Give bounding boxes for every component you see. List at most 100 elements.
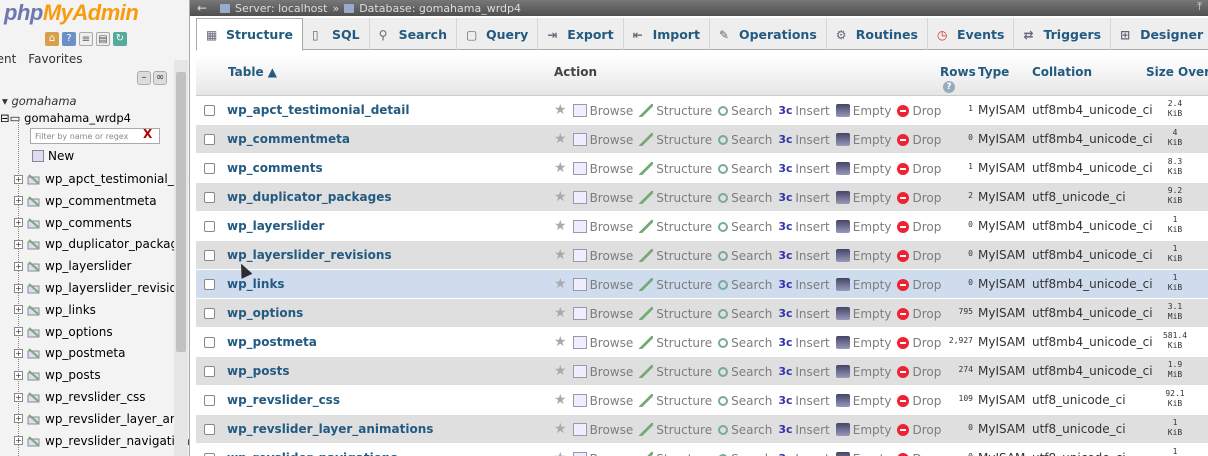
reload-icon[interactable]: ↻	[113, 32, 127, 46]
favorite-star-icon[interactable]: ★	[554, 132, 567, 146]
search-action[interactable]: Search	[718, 423, 772, 437]
favorite-star-icon[interactable]: ★	[554, 306, 567, 320]
expand-icon[interactable]: +	[14, 261, 23, 271]
row-checkbox[interactable]	[204, 221, 215, 232]
browse-action[interactable]: Browse	[572, 278, 633, 292]
docs-icon[interactable]: ≡	[79, 32, 93, 46]
table-name-link[interactable]: wp_revslider_css	[227, 393, 340, 407]
insert-action[interactable]: 3cInsert	[778, 278, 829, 292]
browse-action[interactable]: Browse	[572, 133, 633, 147]
sidebar-item-table[interactable]: + wp_layerslider	[14, 259, 131, 273]
clear-filter-icon[interactable]: X	[143, 127, 152, 141]
insert-action[interactable]: 3cInsert	[778, 104, 829, 118]
table-icon[interactable]	[27, 435, 41, 447]
table-name-link[interactable]: wp_links	[227, 277, 285, 291]
sidebar-item-table[interactable]: + wp_postmeta	[14, 346, 125, 360]
table-icon[interactable]	[27, 282, 41, 294]
favorite-star-icon[interactable]: ★	[554, 277, 567, 291]
table-icon[interactable]	[27, 217, 41, 229]
tab-search[interactable]: ⚲ Search	[370, 18, 457, 50]
empty-action[interactable]: Empty	[835, 336, 891, 350]
table-name-link[interactable]: wp_commentmeta	[227, 132, 350, 146]
empty-action[interactable]: Empty	[835, 452, 891, 456]
insert-action[interactable]: 3cInsert	[778, 365, 829, 379]
expand-icon[interactable]: +	[14, 305, 23, 315]
table-icon[interactable]	[27, 304, 41, 316]
expand-icon[interactable]: +	[14, 348, 23, 358]
collapse-topbar-icon[interactable]: ⤒	[1197, 0, 1202, 14]
breadcrumb-server[interactable]: Server: localhost	[235, 2, 327, 15]
col-header-rows[interactable]: Rows	[940, 65, 976, 79]
size-value[interactable]: 3.1 MiB	[1142, 302, 1208, 322]
favorites-tab[interactable]: Favorites	[28, 52, 82, 66]
table-icon[interactable]	[27, 238, 41, 250]
table-icon[interactable]	[27, 173, 41, 185]
table-name-link[interactable]: wp_layerslider	[227, 219, 324, 233]
empty-action[interactable]: Empty	[835, 104, 891, 118]
back-arrow-icon[interactable]: ←	[190, 1, 214, 15]
insert-action[interactable]: 3cInsert	[778, 133, 829, 147]
tab-triggers[interactable]: ⇄ Triggers	[1014, 18, 1112, 50]
sidebar-item-table[interactable]: + wp_apct_testimonial_de	[14, 172, 189, 186]
browse-action[interactable]: Browse	[572, 336, 633, 350]
breadcrumb-database[interactable]: Database: gomahama_wrdp4	[359, 2, 521, 15]
insert-action[interactable]: 3cInsert	[778, 162, 829, 176]
table-filter-input[interactable]: Filter by name or regex	[30, 128, 160, 144]
favorite-star-icon[interactable]: ★	[554, 103, 567, 117]
search-action[interactable]: Search	[718, 307, 772, 321]
tab-designer[interactable]: ⊞ Designer	[1111, 18, 1208, 50]
structure-action[interactable]: Structure	[639, 104, 712, 118]
table-icon[interactable]	[27, 195, 41, 207]
table-icon[interactable]	[27, 347, 41, 359]
favorite-star-icon[interactable]: ★	[554, 335, 567, 349]
row-checkbox[interactable]	[204, 424, 215, 435]
size-value[interactable]: 9.2 KiB	[1142, 186, 1208, 206]
sidebar-item-table[interactable]: + wp_revslider_layer_ani	[14, 412, 181, 426]
structure-action[interactable]: Structure	[639, 133, 712, 147]
insert-action[interactable]: 3cInsert	[778, 423, 829, 437]
empty-action[interactable]: Empty	[835, 394, 891, 408]
insert-action[interactable]: 3cInsert	[778, 307, 829, 321]
browse-action[interactable]: Browse	[572, 423, 633, 437]
recent-tab[interactable]: cent	[0, 52, 16, 66]
table-name-link[interactable]: wp_posts	[227, 364, 290, 378]
size-value[interactable]: 1KiB	[1142, 215, 1208, 235]
sidebar-item-table[interactable]: + wp_posts	[14, 368, 101, 382]
structure-action[interactable]: Structure	[639, 278, 712, 292]
sidebar-item-table[interactable]: + wp_revslider_css	[14, 390, 146, 404]
favorite-star-icon[interactable]: ★	[554, 248, 567, 262]
tab-export[interactable]: ⇥ Export	[538, 18, 624, 50]
row-checkbox[interactable]	[204, 105, 215, 116]
search-action[interactable]: Search	[718, 104, 772, 118]
expand-icon[interactable]: +	[14, 327, 23, 337]
search-action[interactable]: Search	[718, 365, 772, 379]
browse-action[interactable]: Browse	[572, 191, 633, 205]
structure-action[interactable]: Structure	[639, 452, 712, 456]
empty-action[interactable]: Empty	[835, 162, 891, 176]
insert-action[interactable]: 3cInsert	[778, 336, 829, 350]
search-action[interactable]: Search	[718, 452, 772, 456]
expand-icon[interactable]: +	[14, 414, 23, 424]
link-with-main-icon[interactable]: ∞	[153, 71, 167, 85]
expand-icon[interactable]: +	[14, 239, 23, 249]
table-name-link[interactable]: wp_apct_testimonial_detail	[227, 103, 409, 117]
tab-routines[interactable]: ⚙ Routines	[827, 18, 928, 50]
table-name-link[interactable]: wp_revslider_navigations	[227, 451, 398, 456]
insert-action[interactable]: 3cInsert	[778, 249, 829, 263]
size-value[interactable]: 581.4 KiB	[1142, 331, 1208, 351]
server-node[interactable]: ▾ gomahama	[2, 94, 77, 108]
table-icon[interactable]	[27, 326, 41, 338]
browse-action[interactable]: Browse	[572, 249, 633, 263]
sidebar-item-table[interactable]: + wp_options	[14, 325, 113, 339]
size-value[interactable]: 1KiB	[1142, 418, 1208, 438]
size-value[interactable]: 2.4 KiB	[1142, 99, 1208, 119]
row-checkbox[interactable]	[204, 366, 215, 377]
table-icon[interactable]	[27, 391, 41, 403]
table-icon[interactable]	[27, 369, 41, 381]
table-name-link[interactable]: wp_options	[227, 306, 303, 320]
col-header-type[interactable]: Type	[978, 65, 1009, 79]
insert-action[interactable]: 3cInsert	[778, 394, 829, 408]
empty-action[interactable]: Empty	[835, 249, 891, 263]
browse-action[interactable]: Browse	[572, 365, 633, 379]
row-checkbox[interactable]	[204, 250, 215, 261]
